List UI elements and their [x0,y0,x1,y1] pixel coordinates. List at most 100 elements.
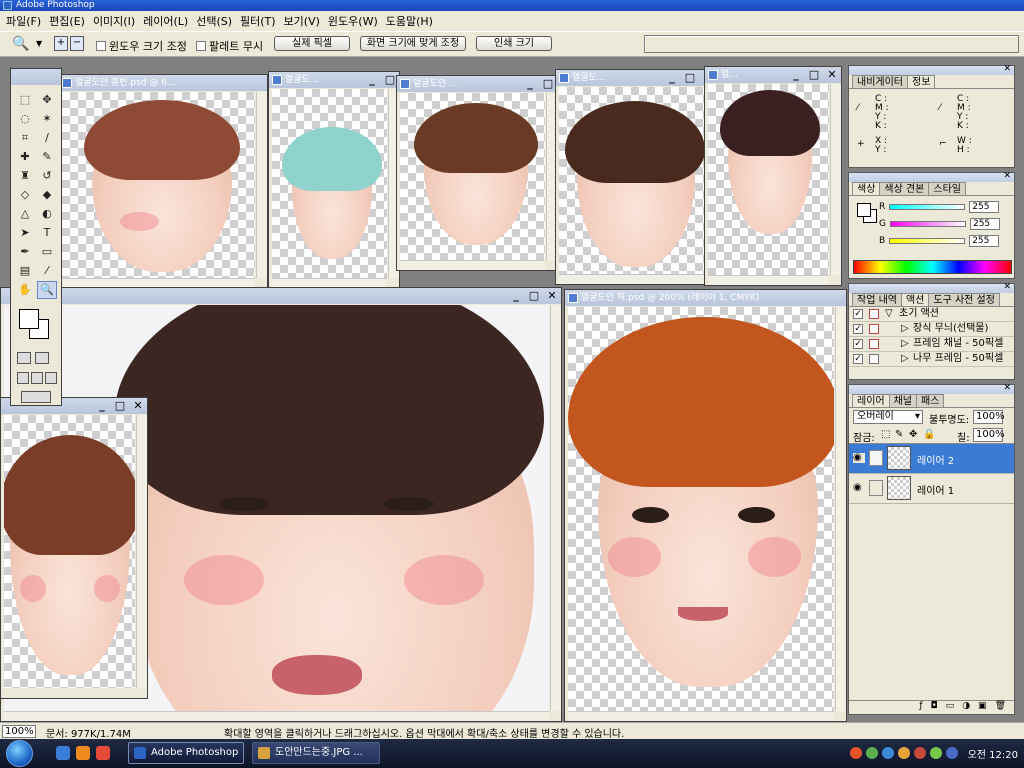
screen-mode-full-menu-icon[interactable] [31,372,43,384]
resize-windows-checkbox[interactable]: 윈도우 크기 조정 [96,38,187,54]
minimize-icon[interactable]: _ [524,78,536,90]
type-tool-icon[interactable]: T [37,224,57,242]
crop-tool-icon[interactable]: ⌗ [15,129,35,147]
blue-ramp[interactable] [889,238,966,244]
minimize-icon[interactable]: _ [666,72,678,84]
layer-row[interactable]: ◉ 레이어 2 [849,444,1014,474]
panel-header[interactable]: ✕ [849,171,1014,182]
brush-tool-icon[interactable]: ✎ [37,148,57,166]
tray-icon[interactable] [930,747,942,759]
tab-color[interactable]: 색상 [852,182,881,195]
check-icon[interactable]: ✓ [853,309,863,319]
layer-mask-icon[interactable]: ◘ [931,701,938,714]
maximize-icon[interactable]: □ [542,78,554,90]
expand-triangle-icon[interactable]: ▷ [901,322,909,336]
maximize-icon[interactable]: □ [384,74,396,86]
lock-transparency-icon[interactable]: ⬚ [881,429,890,440]
tab-swatches[interactable]: 색상 견본 [879,182,930,195]
horizontal-scrollbar[interactable] [400,260,545,270]
paint-bucket-icon[interactable]: ◆ [37,186,57,204]
vertical-scrollbar[interactable] [835,307,846,711]
tray-icon[interactable] [946,747,958,759]
paintbrush-icon[interactable] [869,450,883,466]
tray-icon[interactable] [850,747,862,759]
foreground-color-swatch[interactable] [19,309,39,329]
maximize-icon[interactable]: □ [528,290,540,302]
menu-layer[interactable]: 레이어(L) [141,13,194,29]
marquee-tool-icon[interactable]: ⬚ [15,91,35,109]
pen-tool-icon[interactable]: ✒ [15,243,35,261]
horizontal-scrollbar[interactable] [559,274,705,284]
menu-view[interactable]: 보기(V) [282,13,326,29]
blue-slider[interactable]: B 255 [879,235,1000,247]
document-title-bar[interactable]: 얼굴도안 ... _ □ [397,76,557,92]
document-title-bar[interactable]: 얼굴도... _ □ [269,72,399,88]
magic-wand-icon[interactable]: ✶ [37,110,57,128]
menu-file[interactable]: 파일(F) [4,13,47,29]
notes-tool-icon[interactable]: ▤ [15,262,35,280]
zoom-out-icon[interactable]: − [70,36,84,51]
foreground-color-swatch[interactable] [857,203,871,217]
link-slot[interactable] [869,480,883,496]
document-canvas[interactable] [568,307,834,711]
move-tool-icon[interactable]: ✥ [37,91,57,109]
vertical-scrollbar[interactable] [830,84,841,275]
slice-tool-icon[interactable]: ∕ [37,129,57,147]
quick-mask-icon[interactable] [35,352,49,364]
healing-brush-icon[interactable]: ✚ [15,148,35,166]
tray-icon[interactable] [882,747,894,759]
panel-header[interactable]: ✕ [849,383,1014,394]
zoom-in-icon[interactable]: + [54,36,68,51]
toolbox-header[interactable] [11,69,61,85]
zoom-tool-active-icon[interactable]: 🔍 [37,281,57,299]
check-icon[interactable]: ✓ [853,354,863,364]
tray-icon[interactable] [914,747,926,759]
tab-history[interactable]: 작업 내역 [852,293,902,306]
path-selection-icon[interactable]: ➤ [15,224,35,242]
tab-navigator[interactable]: 내비게이터 [852,75,908,88]
tray-icon[interactable] [898,747,910,759]
green-slider[interactable]: G 255 [879,218,1000,230]
tab-tool-presets[interactable]: 도구 사전 설정 [928,293,1000,306]
visibility-eye-icon[interactable]: ◉ [853,453,865,463]
document-window-8[interactable]: _ □ ✕ [0,397,148,699]
tab-layers[interactable]: 레이어 [852,394,890,407]
trash-icon[interactable]: 🗑 [995,701,1006,714]
document-canvas[interactable] [559,87,705,274]
lock-position-icon[interactable]: ✥ [909,429,917,440]
layer-style-icon[interactable]: ƒ [919,701,922,714]
fill-input[interactable]: 100% [973,428,1005,442]
maximize-icon[interactable]: □ [808,69,820,81]
close-icon[interactable]: ✕ [546,290,558,302]
dialog-toggle-icon[interactable] [869,309,879,319]
minimize-icon[interactable]: _ [790,69,802,81]
document-window-4[interactable]: 얼굴도... _□✕ [555,69,718,285]
action-row[interactable]: ✓ ▷ 프레임 채널 - 50픽셀 [849,337,1014,352]
menu-help[interactable]: 도움말(H) [384,13,439,29]
action-row[interactable]: ✓ ▷ 장식 무늬(선택물) [849,322,1014,337]
start-button[interactable] [6,740,33,767]
document-window-5[interactable]: 얼... _ □ ✕ [704,66,842,286]
lock-all-icon[interactable]: 🔒 [923,429,935,440]
app-quicklaunch-icon[interactable] [96,746,110,760]
check-icon[interactable]: ✓ [853,324,863,334]
red-ramp[interactable] [889,204,966,210]
vertical-scrollbar[interactable] [550,305,561,711]
document-canvas[interactable] [4,415,135,688]
lasso-tool-icon[interactable]: ◌ [15,110,35,128]
document-canvas[interactable] [400,93,545,260]
document-title-bar[interactable]: 얼굴도... _□✕ [556,70,717,86]
document-canvas[interactable] [708,84,829,275]
close-icon[interactable]: ✕ [1003,171,1011,181]
tab-actions[interactable]: 액션 [900,293,930,306]
actual-pixels-button[interactable]: 실제 픽셀 [274,36,350,51]
maximize-icon[interactable]: □ [684,72,696,84]
close-icon[interactable]: ✕ [132,400,144,412]
red-value-input[interactable]: 255 [969,201,1000,213]
tab-paths[interactable]: 패스 [916,394,945,407]
vertical-scrollbar[interactable] [136,415,147,688]
menu-image[interactable]: 이미지(I) [91,13,141,29]
document-title-bar[interactable]: _ □ ✕ [1,288,561,304]
document-window-1[interactable]: 얼굴도안 홍빈.psd @ 6... [58,74,268,289]
ie-quicklaunch-icon[interactable] [56,746,70,760]
